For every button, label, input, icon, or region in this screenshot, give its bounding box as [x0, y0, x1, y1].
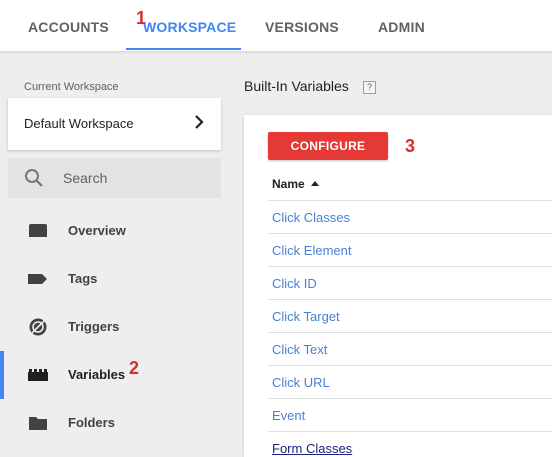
annotation-number-3: 3: [405, 136, 416, 156]
sidebar-item-overview[interactable]: Overview: [0, 207, 232, 255]
sidebar-item-label: Variables: [68, 367, 126, 382]
tab-admin[interactable]: ADMIN: [378, 0, 425, 50]
tab-workspace[interactable]: WORKSPACE: [143, 0, 236, 50]
top-navigation: ACCOUNTS WORKSPACE VERSIONS ADMIN: [0, 0, 552, 52]
tab-versions[interactable]: VERSIONS: [265, 0, 339, 50]
active-tab-indicator: [126, 48, 241, 50]
table-row: Click Text: [268, 332, 552, 365]
table-row: Click ID: [268, 266, 552, 299]
tag-icon: [28, 274, 47, 284]
name-column-header[interactable]: Name: [272, 177, 319, 191]
annotation-number-2: 2: [129, 358, 140, 378]
sidebar-item-variables[interactable]: Variables: [0, 351, 232, 399]
sidebar-item-triggers[interactable]: Triggers: [0, 303, 232, 351]
variable-link[interactable]: Click Text: [272, 342, 327, 357]
table-row: Click Target: [268, 299, 552, 332]
table-row: Click Classes: [268, 200, 552, 233]
workspace-selector[interactable]: Default Workspace: [8, 98, 221, 150]
trigger-icon: [29, 318, 47, 336]
table-row: Form Classes: [268, 431, 552, 457]
sidebar-item-label: Overview: [68, 223, 126, 238]
variable-link[interactable]: Click Classes: [272, 210, 350, 225]
chevron-right-icon: [195, 115, 204, 129]
table-row: Click URL: [268, 365, 552, 398]
variable-link[interactable]: Event: [272, 408, 305, 423]
variable-link[interactable]: Click Target: [272, 309, 340, 324]
configure-button[interactable]: CONFIGURE: [268, 132, 388, 160]
sidebar-item-folders[interactable]: Folders: [0, 399, 232, 447]
folder-tab-icon: [29, 224, 47, 237]
sidebar-item-label: Triggers: [68, 319, 120, 334]
sidebar-item-label: Tags: [68, 271, 98, 286]
sort-ascending-icon: [310, 181, 319, 186]
variable-link[interactable]: Form Classes: [272, 441, 352, 456]
variable-link[interactable]: Click Element: [272, 243, 351, 258]
sidebar-item-label: Folders: [68, 415, 115, 430]
sidebar: Current Workspace Default Workspace Sear…: [0, 53, 232, 457]
search-input[interactable]: Search: [8, 158, 221, 198]
workspace-name: Default Workspace: [24, 116, 134, 131]
table-row: Event: [268, 398, 552, 431]
page-title: Built-In Variables: [244, 78, 349, 94]
search-icon: [25, 169, 43, 187]
current-workspace-label: Current Workspace: [24, 81, 119, 93]
active-item-indicator: [0, 351, 4, 399]
column-header-label: Name: [272, 177, 305, 191]
variable-link[interactable]: Click ID: [272, 276, 317, 291]
variables-block-icon: [28, 369, 48, 381]
sidebar-item-tags[interactable]: Tags: [0, 255, 232, 303]
table-row: Click Element: [268, 233, 552, 266]
tab-accounts[interactable]: ACCOUNTS: [28, 0, 109, 50]
variable-link[interactable]: Click URL: [272, 375, 330, 390]
search-placeholder: Search: [63, 170, 108, 186]
built-in-variables-panel: CONFIGURE Name Click Classes Click Eleme…: [244, 115, 552, 457]
help-icon[interactable]: ?: [363, 81, 376, 94]
annotation-number-1: 1: [136, 8, 147, 28]
folder-icon: [29, 417, 47, 430]
